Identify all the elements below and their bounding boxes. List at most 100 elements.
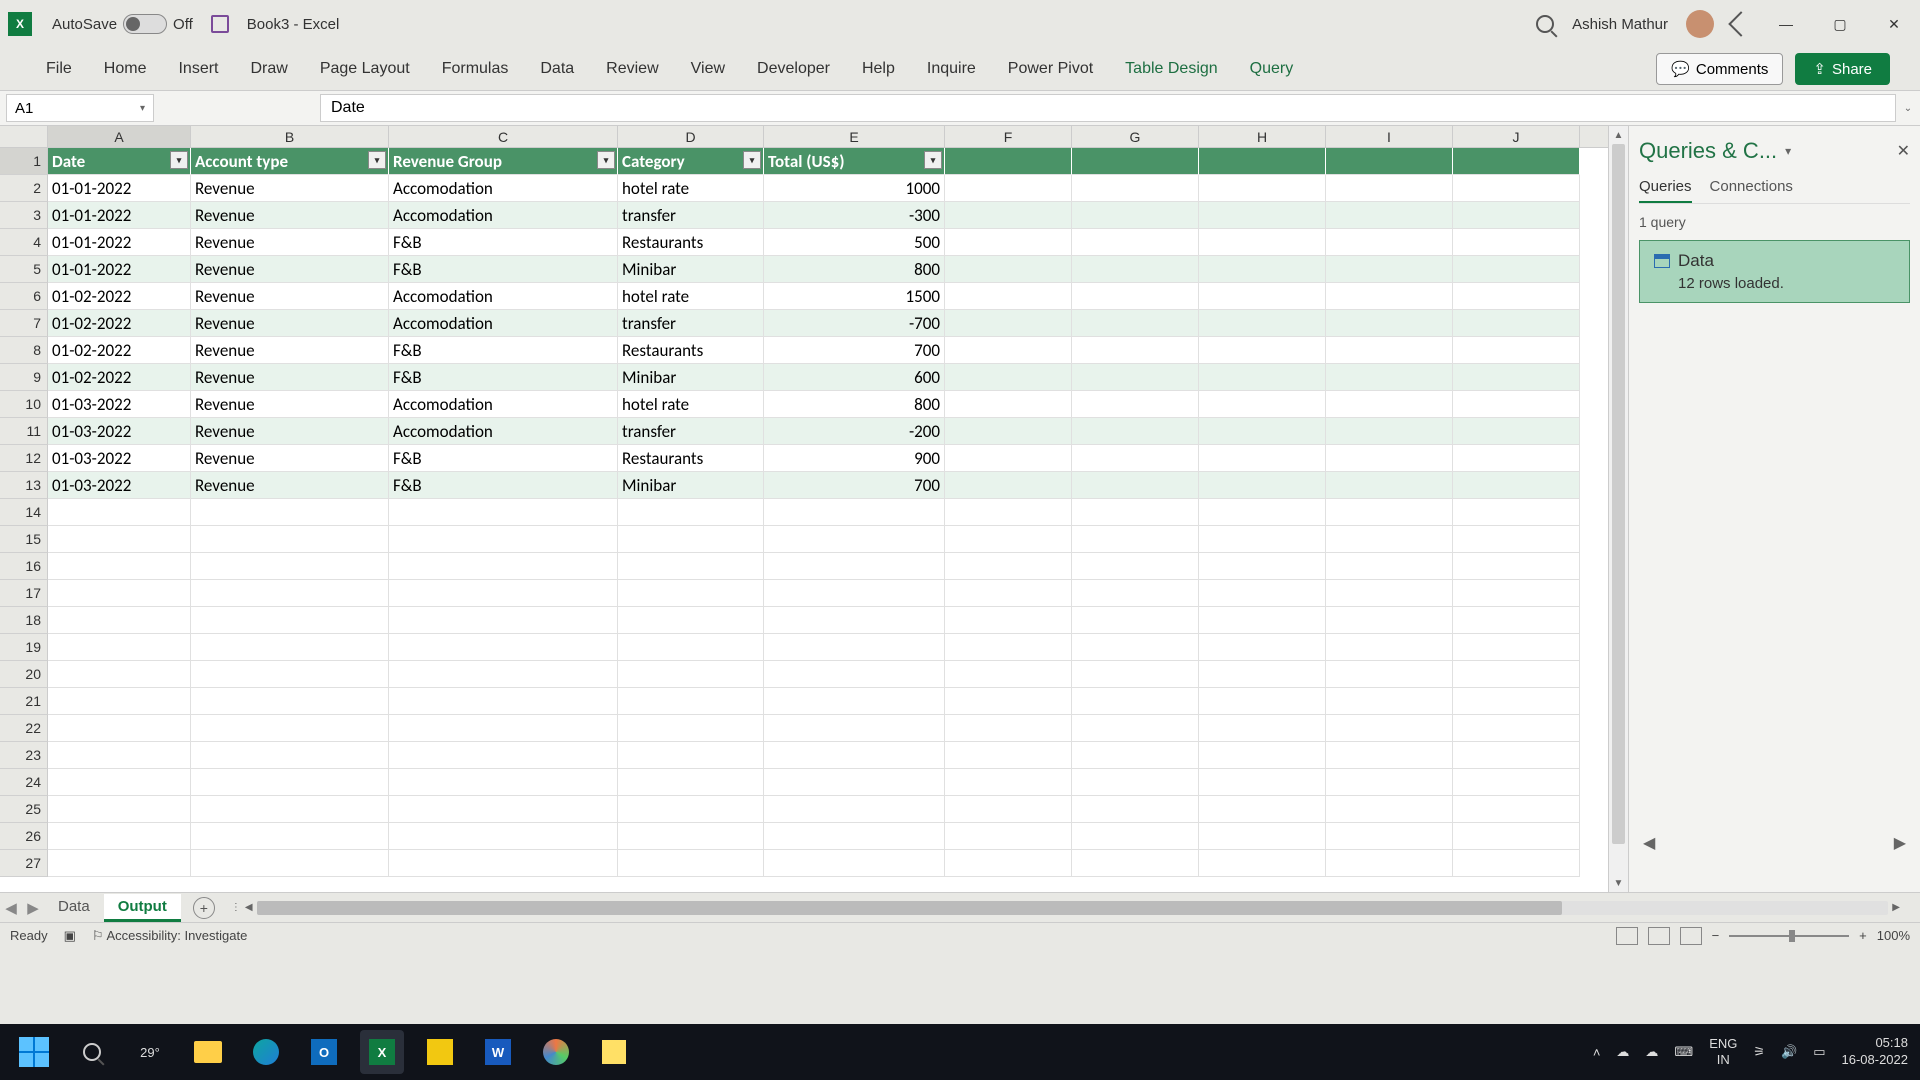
cell[interactable]: -700 bbox=[764, 310, 945, 337]
sheet-nav-right[interactable]: ▶ bbox=[22, 899, 44, 917]
row-header[interactable]: 20 bbox=[0, 661, 48, 688]
chevron-down-icon[interactable]: ▾ bbox=[140, 103, 145, 114]
cell[interactable] bbox=[618, 634, 764, 661]
cell[interactable] bbox=[1453, 229, 1580, 256]
cell[interactable] bbox=[48, 553, 191, 580]
cell[interactable] bbox=[1326, 607, 1453, 634]
cell[interactable] bbox=[389, 661, 618, 688]
zoom-slider[interactable] bbox=[1729, 935, 1849, 937]
vertical-scrollbar[interactable]: ▲ ▼ bbox=[1608, 126, 1628, 892]
cell[interactable] bbox=[1199, 526, 1326, 553]
page-break-button[interactable] bbox=[1680, 927, 1702, 945]
cell[interactable] bbox=[1326, 634, 1453, 661]
cell[interactable] bbox=[1453, 634, 1580, 661]
cell[interactable] bbox=[1199, 634, 1326, 661]
cell[interactable] bbox=[618, 850, 764, 877]
word-icon[interactable]: W bbox=[476, 1030, 520, 1074]
cell[interactable] bbox=[1072, 607, 1199, 634]
cell[interactable] bbox=[389, 796, 618, 823]
cell[interactable] bbox=[1453, 310, 1580, 337]
ribbon-tab-view[interactable]: View bbox=[675, 52, 741, 86]
cell[interactable] bbox=[1453, 202, 1580, 229]
cell[interactable] bbox=[1072, 283, 1199, 310]
cell[interactable] bbox=[945, 337, 1072, 364]
start-button[interactable] bbox=[12, 1030, 56, 1074]
row-header[interactable]: 27 bbox=[0, 850, 48, 877]
cell[interactable] bbox=[945, 418, 1072, 445]
cell[interactable]: -300 bbox=[764, 202, 945, 229]
cell[interactable] bbox=[1072, 202, 1199, 229]
cell[interactable]: Account type▾ bbox=[191, 148, 389, 175]
ribbon-tab-developer[interactable]: Developer bbox=[741, 52, 846, 86]
page-layout-button[interactable] bbox=[1648, 927, 1670, 945]
ribbon-tab-insert[interactable]: Insert bbox=[162, 52, 234, 86]
cell[interactable]: F&B bbox=[389, 472, 618, 499]
cell[interactable] bbox=[1453, 391, 1580, 418]
cell[interactable] bbox=[1453, 823, 1580, 850]
cell[interactable] bbox=[618, 742, 764, 769]
cell[interactable] bbox=[1199, 364, 1326, 391]
cell[interactable] bbox=[389, 607, 618, 634]
cell[interactable] bbox=[1326, 472, 1453, 499]
cell[interactable] bbox=[389, 634, 618, 661]
cell[interactable]: Minibar bbox=[618, 364, 764, 391]
row-header[interactable]: 24 bbox=[0, 769, 48, 796]
cell[interactable] bbox=[945, 823, 1072, 850]
cell[interactable] bbox=[1453, 256, 1580, 283]
cell[interactable] bbox=[764, 823, 945, 850]
cell[interactable] bbox=[1326, 661, 1453, 688]
edge-icon[interactable] bbox=[244, 1030, 288, 1074]
column-header[interactable]: I bbox=[1326, 126, 1453, 147]
cell[interactable] bbox=[945, 391, 1072, 418]
cell[interactable] bbox=[1453, 607, 1580, 634]
cell[interactable] bbox=[945, 796, 1072, 823]
pane-scroll-right-icon[interactable]: ▶ bbox=[1894, 833, 1906, 853]
cell[interactable] bbox=[1453, 688, 1580, 715]
row-header[interactable]: 22 bbox=[0, 715, 48, 742]
cell[interactable] bbox=[1326, 769, 1453, 796]
cell[interactable]: F&B bbox=[389, 229, 618, 256]
filter-button[interactable]: ▾ bbox=[924, 151, 942, 169]
cell[interactable]: Revenue bbox=[191, 445, 389, 472]
cell[interactable] bbox=[764, 688, 945, 715]
row-header[interactable]: 17 bbox=[0, 580, 48, 607]
cell[interactable] bbox=[1326, 229, 1453, 256]
cell[interactable] bbox=[1199, 499, 1326, 526]
cell[interactable] bbox=[945, 634, 1072, 661]
cell[interactable] bbox=[191, 688, 389, 715]
cell[interactable] bbox=[1326, 148, 1453, 175]
cell[interactable] bbox=[945, 202, 1072, 229]
cell[interactable] bbox=[1453, 580, 1580, 607]
ribbon-tab-formulas[interactable]: Formulas bbox=[426, 52, 525, 86]
cell[interactable] bbox=[1326, 715, 1453, 742]
cell[interactable]: Revenue bbox=[191, 310, 389, 337]
cell[interactable]: transfer bbox=[618, 310, 764, 337]
cell[interactable] bbox=[1072, 580, 1199, 607]
cell[interactable] bbox=[389, 580, 618, 607]
cell[interactable]: 800 bbox=[764, 256, 945, 283]
cell[interactable] bbox=[1072, 229, 1199, 256]
ribbon-tab-data[interactable]: Data bbox=[524, 52, 590, 86]
cell[interactable] bbox=[1072, 175, 1199, 202]
sheet-nav-left[interactable]: ◀ bbox=[0, 899, 22, 917]
cell[interactable] bbox=[618, 823, 764, 850]
row-header[interactable]: 8 bbox=[0, 337, 48, 364]
cell[interactable] bbox=[191, 850, 389, 877]
cell[interactable] bbox=[618, 607, 764, 634]
cell[interactable] bbox=[389, 499, 618, 526]
select-all-corner[interactable] bbox=[0, 126, 48, 147]
cell[interactable]: Restaurants bbox=[618, 445, 764, 472]
cell[interactable] bbox=[1199, 148, 1326, 175]
scroll-down-icon[interactable]: ▼ bbox=[1609, 874, 1628, 892]
cell[interactable] bbox=[1326, 175, 1453, 202]
cell[interactable] bbox=[1453, 283, 1580, 310]
cell[interactable]: Revenue bbox=[191, 283, 389, 310]
cell[interactable] bbox=[191, 499, 389, 526]
cell[interactable] bbox=[1072, 472, 1199, 499]
cell[interactable] bbox=[764, 715, 945, 742]
cell[interactable] bbox=[945, 256, 1072, 283]
cell[interactable] bbox=[1199, 418, 1326, 445]
formula-expand-icon[interactable]: ⌄ bbox=[1896, 103, 1920, 114]
row-header[interactable]: 14 bbox=[0, 499, 48, 526]
cell[interactable] bbox=[48, 526, 191, 553]
